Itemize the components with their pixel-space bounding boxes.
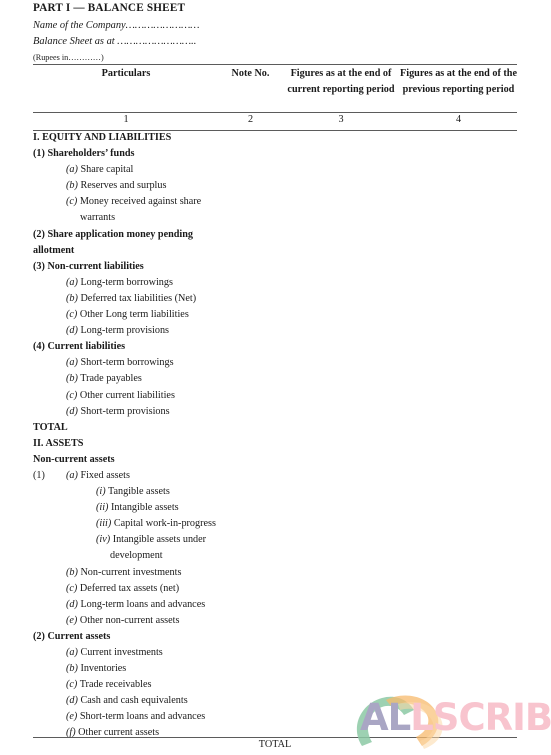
table-row: (c) Other current liabilities (0, 390, 551, 406)
table-row: development (0, 550, 551, 566)
table-row: (c) Trade receivables (0, 679, 551, 695)
table-row: (a) Long-term borrowings (0, 277, 551, 293)
table-row: (ii) Intangible assets (0, 502, 551, 518)
table-rule-numbers-bottom (33, 130, 517, 131)
table-row: (3) Non-current liabilities (0, 261, 551, 277)
table-row: (a) Share capital (0, 164, 551, 180)
table-row: (c) Money received against share (0, 196, 551, 212)
item-short-term-loans-and-advances: (e) Short-term loans and advances (66, 711, 206, 723)
item-non-current-investments: (b) Non-current investments (66, 566, 182, 578)
table-row: (a) Short-term borrowings (0, 357, 551, 373)
table-row: (a) Current investments (0, 647, 551, 663)
item-reserves-and-surplus: (b) Reserves and surplus (66, 180, 167, 192)
table-rule-top (33, 64, 517, 65)
table-row: allotment (0, 245, 551, 261)
table-row: I. EQUITY AND LIABILITIES (0, 132, 551, 148)
table-row: II. ASSETS (0, 438, 551, 454)
item-other-current-liabilities: (c) Other current liabilities (66, 389, 175, 401)
company-name-line: Name of the Company…………………… (33, 20, 200, 31)
item-money-received-against-share-warrants: (c) Money received against share (66, 196, 202, 208)
table-row: (d) Long-term provisions (0, 325, 551, 341)
table-rule-header-bottom (33, 112, 517, 113)
table-row: (d) Long-term loans and advances (0, 599, 551, 615)
table-row: (e) Short-term loans and advances (0, 711, 551, 727)
column-header-particulars: Particulars (101, 68, 151, 79)
table-row: (1) (a) Fixed assets (0, 470, 551, 486)
column-number-2: 2 (247, 114, 254, 125)
item-trade-receivables: (c) Trade receivables (66, 679, 152, 691)
item-deferred-tax-assets: (c) Deferred tax assets (net) (66, 582, 180, 594)
table-row: (2) Current assets (0, 631, 551, 647)
group-share-application-money: (2) Share application money pending (33, 228, 194, 240)
table-row: (d) Short-term provisions (0, 406, 551, 422)
table-row: (1) Shareholders’ funds (0, 148, 551, 164)
subheading-non-current-assets: Non-current assets (33, 453, 115, 465)
column-number-4: 4 (455, 114, 462, 125)
table-row: warrants (0, 212, 551, 228)
column-header-current-period: Figures as at the end of current reporti… (287, 68, 395, 95)
table-row: (b) Inventories (0, 663, 551, 679)
table-row: (iii) Capital work-in-progress (0, 518, 551, 534)
balance-sheet-page: PART I — BALANCE SHEET Name of the Compa… (0, 0, 551, 755)
item-other-long-term-liabilities: (c) Other Long term liabilities (66, 309, 189, 321)
group-number-1-assets: (1) (33, 469, 45, 481)
column-number-3: 3 (338, 114, 344, 125)
table-row: (4) Current liabilities (0, 341, 551, 357)
item-money-received-wrap: warrants (80, 212, 116, 224)
table-row: (i) Tangible assets (0, 486, 551, 502)
item-short-term-provisions: (d) Short-term provisions (66, 405, 170, 417)
column-header-note-no: Note No. (231, 68, 270, 79)
group-current-liabilities: (4) Current liabilities (33, 341, 126, 353)
subitem-intangible-assets-under-development: (iv) Intangible assets under (96, 534, 207, 546)
item-long-term-borrowings: (a) Long-term borrowings (66, 276, 173, 288)
item-cash-and-cash-equivalents: (d) Cash and cash equivalents (66, 695, 188, 707)
column-header-previous-period: Figures as at the end of the previous re… (400, 68, 517, 95)
item-share-capital: (a) Share capital (66, 164, 134, 176)
balance-sheet-date-line: Balance Sheet as at …………………….. (33, 36, 197, 47)
units-line: (Rupees in…………) (33, 53, 104, 62)
table-row: (iv) Intangible assets under (0, 534, 551, 550)
group-shareholders-funds: (1) Shareholders’ funds (33, 148, 135, 160)
total-liabilities-label: TOTAL (33, 421, 68, 433)
item-short-term-borrowings: (a) Short-term borrowings (66, 357, 174, 369)
group-share-application-money-wrap: allotment (33, 244, 75, 256)
subitem-tangible-assets: (i) Tangible assets (96, 486, 170, 498)
table-row: (b) Reserves and surplus (0, 180, 551, 196)
section-heading-assets: II. ASSETS (33, 437, 84, 449)
item-inventories: (b) Inventories (66, 663, 127, 675)
table-row: (c) Other Long term liabilities (0, 309, 551, 325)
table-row: (c) Deferred tax assets (net) (0, 583, 551, 599)
table-row: (b) Trade payables (0, 373, 551, 389)
subitem-intangible-assets-under-development-wrap: development (110, 550, 163, 562)
item-deferred-tax-liabilities: (b) Deferred tax liabilities (Net) (66, 292, 197, 304)
page-title: PART I — BALANCE SHEET (33, 2, 186, 14)
item-current-investments: (a) Current investments (66, 647, 163, 658)
item-long-term-loans-and-advances: (d) Long-term loans and advances (66, 598, 206, 610)
item-other-non-current-assets: (e) Other non-current assets (66, 614, 180, 626)
balance-sheet-body: I. EQUITY AND LIABILITIES (1) Shareholde… (0, 132, 551, 744)
subitem-capital-work-in-progress: (iii) Capital work-in-progress (96, 518, 216, 530)
column-number-1: 1 (123, 114, 129, 125)
table-row: TOTAL (0, 422, 551, 438)
table-row: (d) Cash and cash equivalents (0, 695, 551, 711)
table-row: (e) Other non-current assets (0, 615, 551, 631)
group-current-assets: (2) Current assets (33, 630, 111, 642)
table-row: (2) Share application money pending (0, 229, 551, 245)
table-rule-bottom (33, 737, 517, 738)
item-trade-payables: (b) Trade payables (66, 373, 142, 385)
total-assets-label: TOTAL (258, 739, 292, 750)
table-row: Non-current assets (0, 454, 551, 470)
item-long-term-provisions: (d) Long-term provisions (66, 325, 170, 337)
item-fixed-assets: (a) Fixed assets (66, 469, 130, 481)
group-non-current-liabilities: (3) Non-current liabilities (33, 260, 144, 272)
section-heading-equity: I. EQUITY AND LIABILITIES (33, 132, 172, 143)
table-row: (b) Deferred tax liabilities (Net) (0, 293, 551, 309)
table-row: (b) Non-current investments (0, 567, 551, 583)
subitem-intangible-assets: (ii) Intangible assets (96, 502, 179, 514)
